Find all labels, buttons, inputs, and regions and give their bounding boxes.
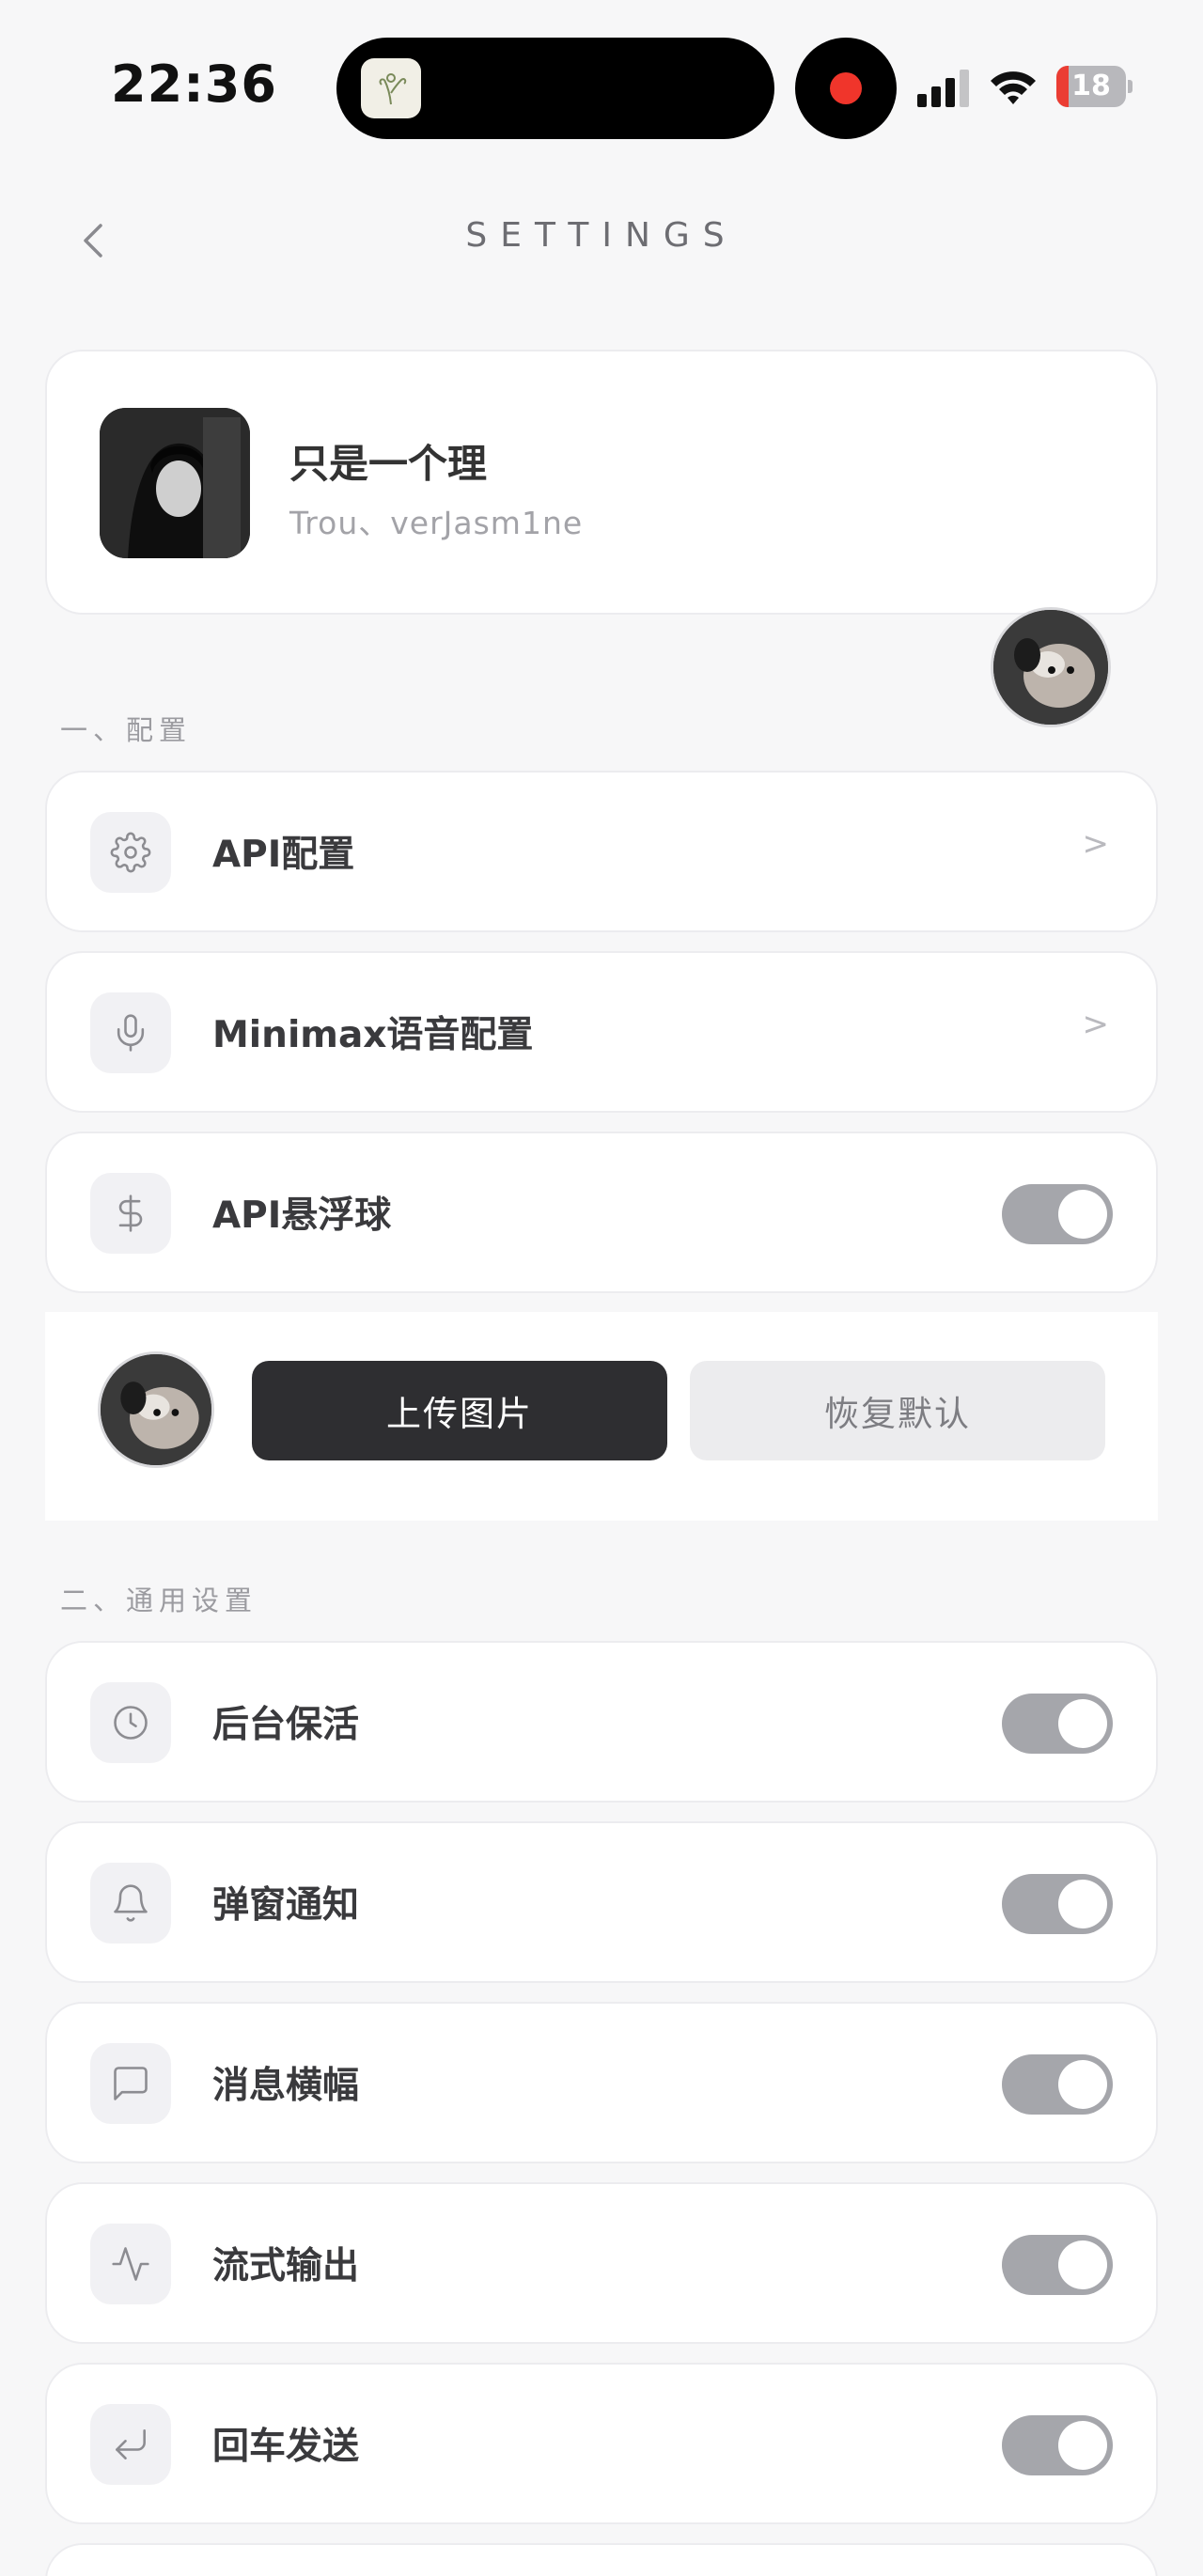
profile-card[interactable]: 只是一个理 Trou、verJasm1ne	[45, 350, 1158, 615]
battery-icon: 18	[1056, 66, 1133, 107]
popup-notification-toggle[interactable]	[1002, 1874, 1113, 1934]
section-label-general: 二、通用设置	[60, 1585, 258, 1616]
dynamic-island[interactable]	[336, 38, 774, 139]
bell-icon	[90, 1863, 171, 1944]
wifi-icon	[991, 71, 1036, 104]
background-keepalive-toggle[interactable]	[1002, 1694, 1113, 1754]
message-banner-toggle[interactable]	[1002, 2054, 1113, 2115]
row-message-banner[interactable]: 消息横幅	[45, 2002, 1158, 2163]
row-label: 流式输出	[212, 2245, 360, 2287]
row-label: 回车发送	[212, 2426, 360, 2468]
clock-time: 22:36	[111, 55, 277, 114]
screen-recording-indicator[interactable]	[795, 38, 897, 139]
cellular-signal-icon	[917, 70, 969, 107]
streaming-output-toggle[interactable]	[1002, 2235, 1113, 2295]
clock-icon	[90, 1682, 171, 1763]
row-api-floating-ball[interactable]: API悬浮球	[45, 1132, 1158, 1293]
row-label: API配置	[212, 834, 355, 876]
upload-image-button[interactable]: 上传图片	[252, 1361, 667, 1460]
row-next-partial[interactable]	[45, 2543, 1158, 2576]
api-floating-ball-toggle[interactable]	[1002, 1184, 1113, 1244]
avatar[interactable]	[100, 408, 250, 558]
chevron-right-icon: >	[1082, 825, 1110, 863]
row-label: 弹窗通知	[212, 1884, 360, 1927]
battery-percentage: 18	[1071, 70, 1111, 102]
row-popup-notification[interactable]: 弹窗通知	[45, 1821, 1158, 1983]
dollar-icon	[90, 1173, 171, 1254]
enter-to-send-toggle[interactable]	[1002, 2415, 1113, 2475]
page-title: SETTINGS	[465, 216, 738, 255]
row-enter-to-send[interactable]: 回车发送	[45, 2363, 1158, 2524]
restore-default-button[interactable]: 恢复默认	[690, 1361, 1105, 1460]
row-api-config[interactable]: API配置 >	[45, 771, 1158, 932]
row-label: API悬浮球	[212, 1194, 392, 1237]
floating-ball-preview	[98, 1351, 214, 1468]
row-label: 后台保活	[212, 1704, 360, 1746]
microphone-icon	[90, 992, 171, 1073]
section-label-config: 一、配置	[60, 714, 193, 746]
profile-name: 只是一个理	[289, 441, 488, 487]
status-bar: 22:36 18	[0, 0, 1203, 169]
activity-icon	[90, 2224, 171, 2304]
row-streaming-output[interactable]: 流式输出	[45, 2182, 1158, 2344]
chevron-right-icon: >	[1082, 1006, 1110, 1043]
profile-handle: Trou、verJasm1ne	[289, 505, 584, 541]
message-icon	[90, 2043, 171, 2124]
row-minimax-voice-config[interactable]: Minimax语音配置 >	[45, 951, 1158, 1113]
app-thumbnail-icon	[361, 58, 421, 118]
row-label: 消息横幅	[212, 2065, 360, 2107]
row-label: Minimax语音配置	[212, 1014, 534, 1056]
record-dot-icon	[830, 72, 862, 104]
enter-icon	[90, 2404, 171, 2485]
row-background-keepalive[interactable]: 后台保活	[45, 1641, 1158, 1803]
gear-icon	[90, 812, 171, 893]
floating-ball[interactable]	[991, 607, 1111, 727]
floating-ball-image-panel: 上传图片 恢复默认	[45, 1312, 1158, 1521]
